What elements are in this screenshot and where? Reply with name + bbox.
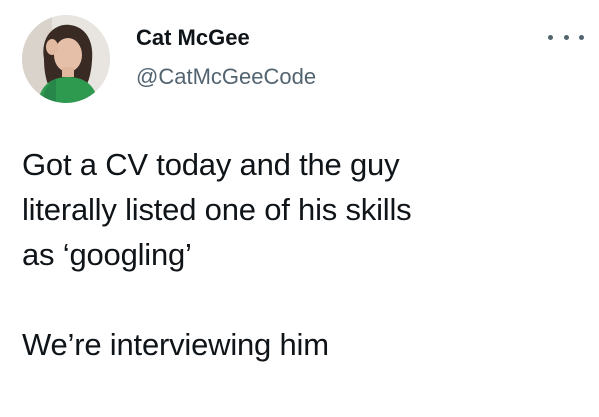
- tweet-card: Cat McGee @CatMcGeeCode Got a CV today a…: [0, 0, 599, 417]
- tweet-text: Got a CV today and the guy literally lis…: [22, 147, 412, 362]
- author-display-name[interactable]: Cat McGee: [136, 24, 250, 52]
- more-options-icon[interactable]: [548, 28, 584, 46]
- more-dot-1: [548, 34, 553, 40]
- more-dot-2: [563, 34, 569, 40]
- author-handle[interactable]: @CatMcGeeCode: [136, 63, 316, 91]
- avatar[interactable]: [22, 15, 110, 103]
- profile-photo-icon: [22, 15, 110, 103]
- more-dot-3: [579, 34, 584, 40]
